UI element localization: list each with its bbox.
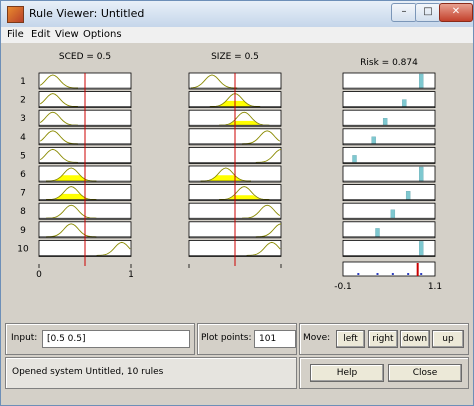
- rule-number: 6: [20, 170, 26, 180]
- aggregate-mark: [376, 273, 379, 275]
- rule-output-box: [342, 91, 436, 108]
- rule-number: 2: [20, 96, 26, 106]
- aggregate-mark: [407, 273, 410, 275]
- move-up-button[interactable]: up: [432, 330, 464, 348]
- rule-plot-area: SCED = 0.5 SIZE = 0.5 Risk = 0.874 1 2 3 4 5 6 7 8…: [1, 43, 473, 319]
- risk-header: Risk = 0.874: [360, 58, 418, 68]
- rule-number: 1: [20, 77, 26, 87]
- menu-file[interactable]: File: [7, 29, 24, 40]
- output-consequent-bar: [371, 136, 376, 145]
- menu-options[interactable]: Options: [83, 29, 122, 40]
- menu-edit[interactable]: Edit: [31, 29, 50, 40]
- rule-number: 3: [20, 114, 26, 124]
- output-consequent-bar: [375, 228, 380, 237]
- aggregate-mark: [391, 273, 394, 275]
- status-text: Opened system Untitled, 10 rules: [12, 367, 164, 377]
- rule-output-box: [342, 202, 436, 220]
- rule-number: 7: [20, 189, 26, 199]
- rule-output-box: [342, 109, 436, 127]
- axis-tick-label: 1: [128, 270, 134, 280]
- rule-number: 8: [20, 207, 26, 217]
- plot-points-field[interactable]: 101: [254, 330, 296, 348]
- aggregate-mark: [420, 273, 423, 275]
- help-button[interactable]: Help: [310, 364, 384, 382]
- input-field[interactable]: [0.5 0.5]: [42, 330, 190, 348]
- move-right-button[interactable]: right: [368, 330, 398, 348]
- plot-points-label: Plot points:: [201, 333, 252, 343]
- move-left-button[interactable]: left: [336, 330, 365, 348]
- menu-bar: File Edit View Options: [1, 27, 473, 43]
- minimize-button[interactable]: –: [391, 3, 417, 22]
- output-consequent-bar: [419, 241, 424, 256]
- close-window-button[interactable]: ✕: [439, 3, 473, 22]
- axis-tick-label: 1.1: [428, 282, 442, 292]
- menu-view[interactable]: View: [55, 29, 79, 40]
- move-down-button[interactable]: down: [400, 330, 430, 348]
- output-consequent-bar: [402, 99, 407, 107]
- rule-output-box: [342, 147, 436, 164]
- rule-plot: SCED = 0.5 SIZE = 0.5 Risk = 0.874 1 2 3 4 5 6 7 8…: [17, 52, 442, 292]
- output-consequent-bar: [405, 190, 411, 200]
- output-consequent-bar: [382, 117, 388, 126]
- status-panel: Opened system Untitled, 10 rules: [5, 357, 297, 389]
- input-label: Input:: [11, 333, 38, 343]
- aggregate-mark: [357, 273, 360, 275]
- matlab-icon: [7, 6, 24, 23]
- size-header: SIZE = 0.5: [211, 52, 259, 62]
- plot-points-panel: Plot points: 101: [197, 323, 297, 355]
- window-title: Rule Viewer: Untitled: [29, 7, 145, 20]
- maximize-button[interactable]: □: [415, 3, 441, 22]
- axis-tick-label: 0: [36, 270, 42, 280]
- move-panel: Move: left right down up: [299, 323, 469, 355]
- rule-output-box: [342, 184, 436, 202]
- axis-tick-label: -0.1: [334, 282, 352, 292]
- rule-number: 5: [20, 151, 26, 161]
- sced-header: SCED = 0.5: [59, 52, 111, 62]
- output-consequent-bar: [390, 209, 396, 219]
- rule-number: 9: [20, 226, 26, 236]
- input-panel: Input: [0.5 0.5]: [5, 323, 195, 355]
- output-consequent-bar: [352, 155, 357, 163]
- action-panel: Help Close: [299, 357, 469, 389]
- rule-output-box: [342, 221, 436, 239]
- close-button[interactable]: Close: [388, 364, 462, 382]
- rule-viewer-window: Rule Viewer: Untitled – □ ✕ File Edit Vi…: [0, 0, 474, 406]
- rule-output-box: [342, 128, 436, 146]
- output-consequent-bar: [419, 73, 424, 89]
- move-label: Move:: [303, 333, 331, 343]
- title-bar: Rule Viewer: Untitled – □ ✕: [1, 1, 473, 27]
- output-consequent-bar: [419, 166, 424, 182]
- rule-number: 4: [20, 133, 26, 143]
- rule-number: 10: [17, 244, 29, 254]
